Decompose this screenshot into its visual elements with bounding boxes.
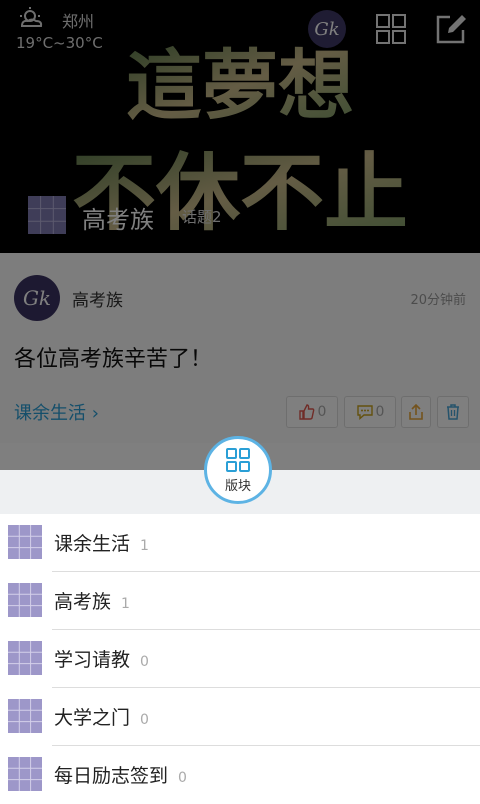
modal-backdrop[interactable] [0,0,480,470]
board-thumbnail-icon [8,641,42,675]
board-item-count: 0 [178,770,187,786]
grid-icon [226,447,250,472]
board-selector-panel: 课余生活 1 高考族 1 学习请教 0 大学之门 0 每日励志签到 0 [0,470,480,800]
board-item-count: 0 [140,654,149,670]
board-thumbnail-icon [8,699,42,733]
board-item-label: 每日励志签到 0 [54,765,187,787]
board-item-label: 学习请教 0 [54,649,149,671]
board-item-count: 1 [121,596,130,612]
boards-button-label: 版块 [224,478,251,494]
board-item-label: 高考族 1 [54,591,130,613]
board-item[interactable]: 课余生活 1 [0,514,480,572]
board-item-label: 课余生活 1 [54,533,149,555]
board-item-count: 0 [140,712,149,728]
board-item-label: 大学之门 0 [54,707,149,729]
board-item[interactable]: 高考族 1 [0,572,480,630]
board-thumbnail-icon [8,525,42,559]
board-thumbnail-icon [8,583,42,617]
board-thumbnail-icon [8,757,42,791]
board-item-count: 1 [140,538,149,554]
board-item[interactable]: 大学之门 0 [0,688,480,746]
board-item[interactable]: 每日励志签到 0 [0,746,480,804]
board-item[interactable]: 学习请教 0 [0,630,480,688]
boards-button[interactable]: 版块 [204,436,272,504]
